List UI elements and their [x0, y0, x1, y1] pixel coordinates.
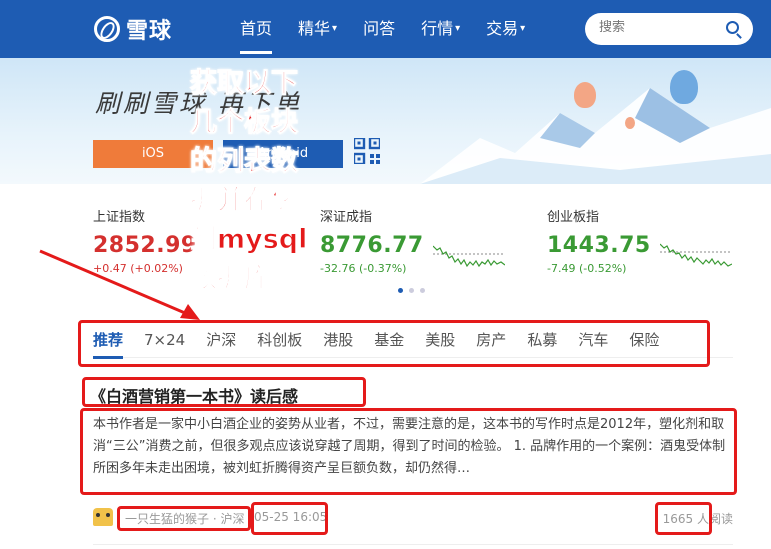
annotation-box-time	[251, 502, 328, 535]
annotation-box-tabs	[78, 320, 710, 367]
annotation-box-summary	[80, 408, 737, 495]
annotation-box-title	[82, 377, 366, 407]
annotation-box-author	[117, 506, 251, 531]
annotation-box-reads	[655, 502, 712, 535]
annotation-note: 获取以下几个板块的列表数据并存储到mysql数据库	[190, 68, 308, 295]
